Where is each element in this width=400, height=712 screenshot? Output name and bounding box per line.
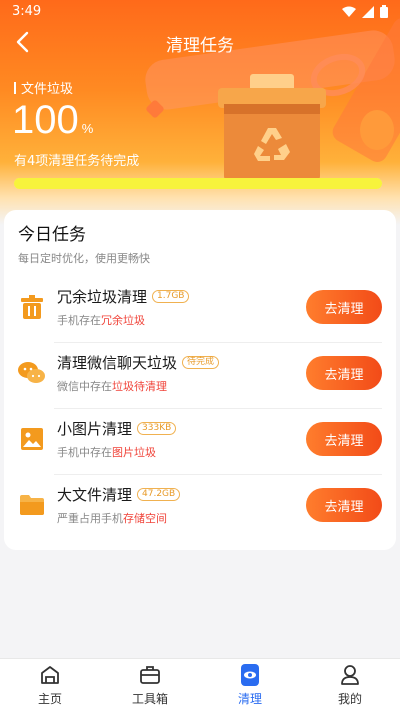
task-name: 大文件清理 47.2GB bbox=[57, 484, 181, 505]
recycle-bin-icon bbox=[218, 74, 326, 182]
status-bar: 3:49 bbox=[0, 0, 400, 24]
task-item: 大文件清理 47.2GB 严重占用手机存储空间 去清理 bbox=[4, 474, 396, 540]
decor-shape bbox=[360, 110, 394, 150]
task-badge: 333KB bbox=[137, 422, 177, 435]
bottom-tab-bar: 主页 工具箱 清理 我的 bbox=[0, 658, 400, 712]
task-desc-highlight: 图片垃圾 bbox=[112, 446, 156, 459]
task-desc-highlight: 存储空间 bbox=[123, 512, 167, 525]
task-desc-highlight: 垃圾待清理 bbox=[112, 380, 167, 393]
tab-profile[interactable]: 我的 bbox=[300, 659, 400, 712]
image-icon bbox=[18, 424, 46, 454]
task-item: 小图片清理 333KB 手机中存在图片垃圾 去清理 bbox=[4, 408, 396, 474]
tab-label: 工具箱 bbox=[131, 692, 168, 706]
hero-label: 文件垃圾 bbox=[14, 78, 73, 97]
percent-value: 100 bbox=[12, 98, 79, 142]
card-title: 今日任务 bbox=[18, 225, 86, 245]
page-title: 清理任务 bbox=[166, 36, 234, 56]
task-name: 冗余垃圾清理 1.7GB bbox=[57, 286, 190, 307]
folder-icon bbox=[18, 490, 46, 520]
percent-sign: % bbox=[81, 121, 94, 136]
trash-icon bbox=[18, 292, 46, 322]
label-bar bbox=[14, 81, 16, 94]
tab-clean[interactable]: 清理 bbox=[200, 659, 300, 712]
hero-percent: 100% bbox=[12, 98, 93, 143]
home-icon bbox=[38, 663, 62, 687]
divider bbox=[54, 408, 382, 409]
task-badge: 1.7GB bbox=[152, 290, 190, 303]
wechat-icon bbox=[18, 358, 46, 388]
progress-fill bbox=[14, 178, 382, 189]
task-title: 冗余垃圾清理 bbox=[57, 288, 148, 306]
task-title: 清理微信聊天垃圾 bbox=[57, 354, 178, 372]
task-desc-prefix: 微信中存在 bbox=[57, 380, 112, 393]
clean-icon bbox=[238, 663, 262, 687]
clean-button[interactable]: 去清理 bbox=[306, 422, 382, 456]
divider bbox=[54, 474, 382, 475]
tasks-card: 今日任务 每日定时优化，使用更畅快 冗余垃圾清理 1.7GB 手机存在冗余垃圾 … bbox=[4, 210, 396, 550]
task-badge: 47.2GB bbox=[137, 488, 181, 501]
hero-label-text: 文件垃圾 bbox=[21, 82, 74, 97]
clean-button[interactable]: 去清理 bbox=[306, 488, 382, 522]
task-title: 大文件清理 bbox=[57, 486, 133, 504]
signal-icon bbox=[362, 5, 374, 18]
wifi-icon bbox=[342, 6, 356, 17]
task-desc-highlight: 冗余垃圾 bbox=[101, 314, 145, 327]
task-item: 清理微信聊天垃圾 待完成 微信中存在垃圾待清理 去清理 bbox=[4, 342, 396, 408]
tab-label: 我的 bbox=[337, 692, 362, 706]
task-name: 小图片清理 333KB bbox=[57, 418, 177, 439]
toolbox-icon bbox=[138, 663, 162, 687]
task-desc: 微信中存在垃圾待清理 bbox=[57, 378, 167, 394]
card-subtitle: 每日定时优化，使用更畅快 bbox=[18, 252, 150, 265]
clean-button[interactable]: 去清理 bbox=[306, 290, 382, 324]
progress-bar bbox=[14, 178, 382, 189]
battery-icon bbox=[380, 5, 388, 18]
tab-label: 主页 bbox=[37, 692, 62, 706]
nav-bar: 清理任务 bbox=[0, 24, 400, 60]
tab-home[interactable]: 主页 bbox=[0, 659, 100, 712]
task-item: 冗余垃圾清理 1.7GB 手机存在冗余垃圾 去清理 bbox=[4, 276, 396, 342]
task-name: 清理微信聊天垃圾 待完成 bbox=[57, 352, 220, 373]
task-desc: 严重占用手机存储空间 bbox=[57, 510, 167, 526]
task-title: 小图片清理 bbox=[57, 420, 133, 438]
hero-subtitle: 有4项清理任务待完成 bbox=[14, 154, 140, 169]
profile-icon bbox=[338, 663, 362, 687]
task-desc: 手机存在冗余垃圾 bbox=[57, 312, 145, 328]
status-icons bbox=[342, 5, 388, 18]
divider bbox=[54, 342, 382, 343]
task-desc-prefix: 严重占用手机 bbox=[57, 512, 123, 525]
tab-label: 清理 bbox=[237, 692, 262, 706]
task-badge: 待完成 bbox=[182, 356, 220, 369]
task-desc-prefix: 手机存在 bbox=[57, 314, 101, 327]
clean-button[interactable]: 去清理 bbox=[306, 356, 382, 390]
task-desc: 手机中存在图片垃圾 bbox=[57, 444, 156, 460]
task-desc-prefix: 手机中存在 bbox=[57, 446, 112, 459]
tab-toolbox[interactable]: 工具箱 bbox=[100, 659, 200, 712]
status-time: 3:49 bbox=[12, 4, 42, 19]
